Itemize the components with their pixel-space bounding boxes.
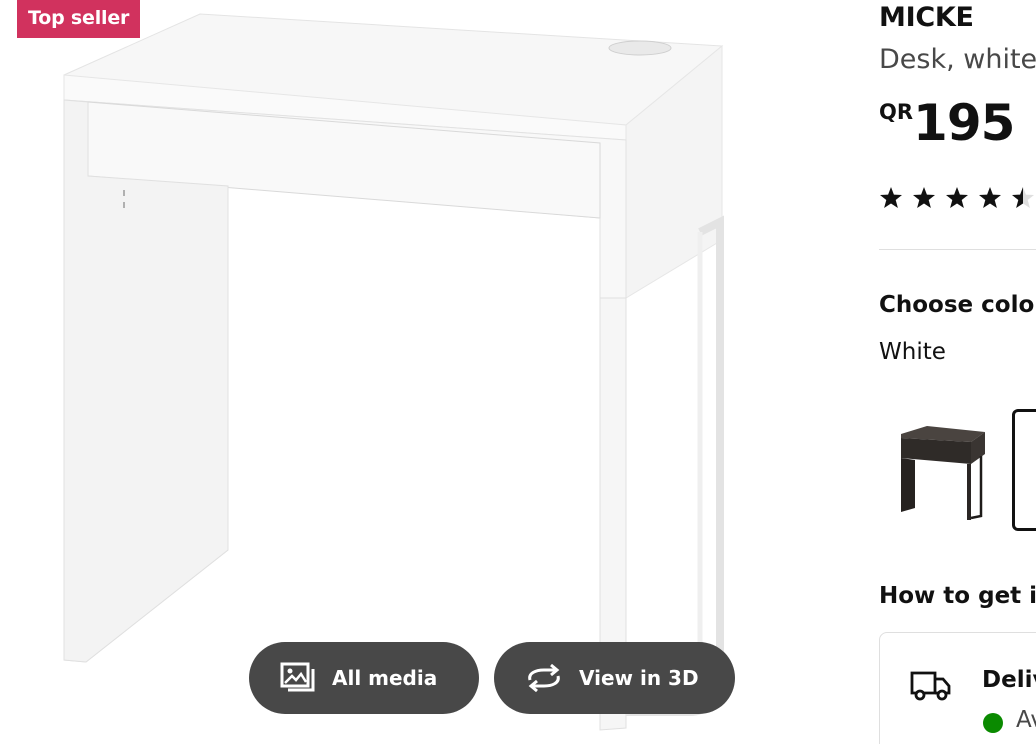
product-image[interactable]: [0, 0, 850, 744]
star-full-icon: [978, 186, 1002, 210]
rotate-3d-icon: [525, 664, 563, 692]
top-seller-badge: Top seller: [17, 0, 141, 38]
star-full-icon: [879, 186, 903, 210]
view-in-3d-label: View in 3D: [579, 666, 699, 690]
delivery-title: Delivery: [982, 667, 1036, 693]
divider: [879, 249, 1036, 250]
product-name: MICKE: [879, 2, 974, 33]
all-media-button[interactable]: All media: [249, 642, 479, 714]
price-amount: 195: [913, 94, 1015, 152]
product-media: Top seller All media View in 3D: [0, 0, 850, 744]
product-info: MICKE Desk, white QR195 Choose colour Wh…: [879, 0, 1036, 744]
product-price: QR195: [879, 94, 1015, 152]
desk-thumbnail-dark: [901, 426, 985, 520]
star-half-icon: [1011, 186, 1035, 210]
stock-status-text: Available: [1016, 707, 1036, 733]
rating-stars[interactable]: [879, 186, 1035, 210]
how-to-get-it-heading: How to get it: [879, 583, 1036, 609]
selected-colour: White: [879, 339, 946, 365]
all-media-label: All media: [332, 666, 438, 690]
star-full-icon: [912, 186, 936, 210]
product-page: Top seller All media View in 3D MICKE De…: [0, 0, 1036, 744]
colour-option-black-brown[interactable]: [897, 420, 989, 522]
view-in-3d-button[interactable]: View in 3D: [494, 642, 735, 714]
delivery-option-card[interactable]: Delivery Available: [879, 632, 1036, 744]
truck-icon: [910, 669, 952, 705]
colour-option-white[interactable]: [1012, 409, 1036, 531]
product-description: Desk, white: [879, 44, 1036, 75]
choose-colour-heading: Choose colour: [879, 292, 1036, 318]
price-currency: QR: [879, 100, 914, 124]
image-gallery-icon: [280, 662, 316, 694]
stock-status-dot: [983, 713, 1003, 733]
star-full-icon: [945, 186, 969, 210]
